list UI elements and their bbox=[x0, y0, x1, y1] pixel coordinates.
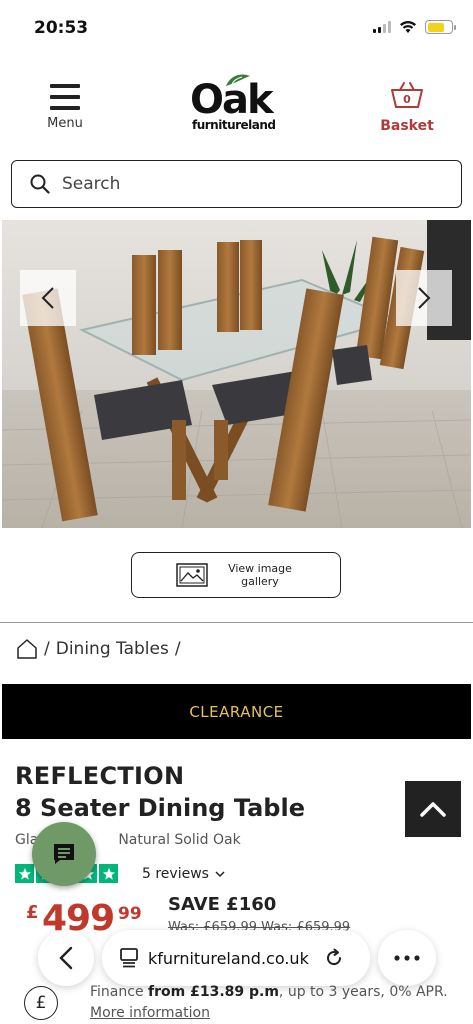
reviews-count: 5 reviews bbox=[142, 866, 209, 882]
logo-wordmark: Oak bbox=[190, 77, 274, 123]
star-icon bbox=[99, 864, 118, 883]
view-gallery-button[interactable]: View image gallery bbox=[131, 552, 341, 598]
star-icon bbox=[15, 864, 34, 883]
basket-label: Basket bbox=[380, 118, 434, 134]
price-currency: £ bbox=[26, 902, 39, 923]
finance-prefix: Finance bbox=[90, 984, 149, 1000]
more-options-button[interactable] bbox=[378, 930, 436, 986]
status-bar: 20:53 bbox=[0, 0, 473, 56]
save-amount: SAVE £160 bbox=[168, 894, 277, 915]
menu-button[interactable]: Menu bbox=[40, 84, 90, 131]
menu-label: Menu bbox=[47, 116, 83, 131]
breadcrumb-separator: / bbox=[44, 639, 50, 659]
search-placeholder: Search bbox=[62, 174, 121, 194]
battery-icon bbox=[425, 20, 456, 34]
basket-button[interactable]: 0 Basket bbox=[377, 80, 437, 134]
search-icon bbox=[30, 174, 50, 194]
basket-count: 0 bbox=[403, 93, 411, 106]
more-information-link[interactable]: More information bbox=[90, 1005, 210, 1021]
address-url: kfurnitureland.co.uk bbox=[148, 948, 309, 968]
status-time: 20:53 bbox=[34, 18, 89, 38]
browser-back-button[interactable] bbox=[38, 930, 94, 986]
finance-amount: from £13.89 p.m bbox=[148, 984, 279, 1000]
prev-image-button[interactable] bbox=[20, 270, 76, 326]
product-brand: REFLECTION bbox=[15, 762, 185, 790]
chevron-left-icon bbox=[41, 287, 54, 309]
tabs-icon bbox=[120, 948, 138, 968]
scroll-top-button[interactable] bbox=[405, 781, 461, 837]
chevron-right-icon bbox=[418, 287, 431, 309]
clearance-banner: CLEARANCE bbox=[2, 684, 471, 739]
chat-button[interactable] bbox=[32, 822, 96, 886]
next-image-button[interactable] bbox=[396, 270, 452, 326]
site-logo[interactable]: Oak furnitureland bbox=[186, 72, 290, 136]
hamburger-icon bbox=[50, 84, 80, 110]
finance-info: Finance from £13.89 p.m, up to 3 years, … bbox=[90, 984, 448, 1000]
chevron-left-icon bbox=[59, 946, 73, 970]
product-title: 8 Seater Dining Table bbox=[15, 794, 305, 822]
home-icon[interactable] bbox=[16, 638, 38, 660]
finance-suffix: , up to 3 years, 0% APR. bbox=[278, 984, 448, 1000]
search-input[interactable]: Search bbox=[11, 160, 462, 208]
logo-subtitle: furnitureland bbox=[192, 118, 276, 132]
reload-icon[interactable] bbox=[323, 947, 345, 969]
more-icon bbox=[394, 955, 420, 961]
pound-icon: £ bbox=[24, 986, 58, 1020]
status-icons bbox=[373, 20, 456, 34]
signal-icon bbox=[373, 21, 391, 33]
clearance-label: CLEARANCE bbox=[189, 702, 284, 721]
divider bbox=[0, 622, 473, 623]
chevron-up-icon bbox=[420, 802, 446, 817]
site-header: Menu Oak furnitureland 0 Basket bbox=[0, 60, 473, 150]
address-bar[interactable]: kfurnitureland.co.uk bbox=[102, 930, 370, 986]
product-subtitle-end: Natural Solid Oak bbox=[118, 832, 241, 848]
product-photo bbox=[2, 220, 471, 528]
breadcrumb-separator: / bbox=[174, 639, 181, 659]
breadcrumb-item-dining-tables[interactable]: Dining Tables bbox=[56, 639, 169, 659]
price-pence: 99 bbox=[118, 904, 142, 924]
reviews-link[interactable]: 5 reviews bbox=[142, 866, 225, 882]
image-icon bbox=[176, 563, 208, 587]
wifi-icon bbox=[400, 21, 416, 33]
view-gallery-label: View image gallery bbox=[228, 562, 292, 588]
browser-toolbar: kfurnitureland.co.uk bbox=[38, 930, 438, 986]
product-image[interactable] bbox=[2, 220, 471, 528]
chevron-down-icon bbox=[215, 870, 225, 877]
chat-icon bbox=[54, 844, 74, 864]
breadcrumb: / Dining Tables / bbox=[16, 638, 181, 660]
basket-icon: 0 bbox=[391, 82, 423, 108]
